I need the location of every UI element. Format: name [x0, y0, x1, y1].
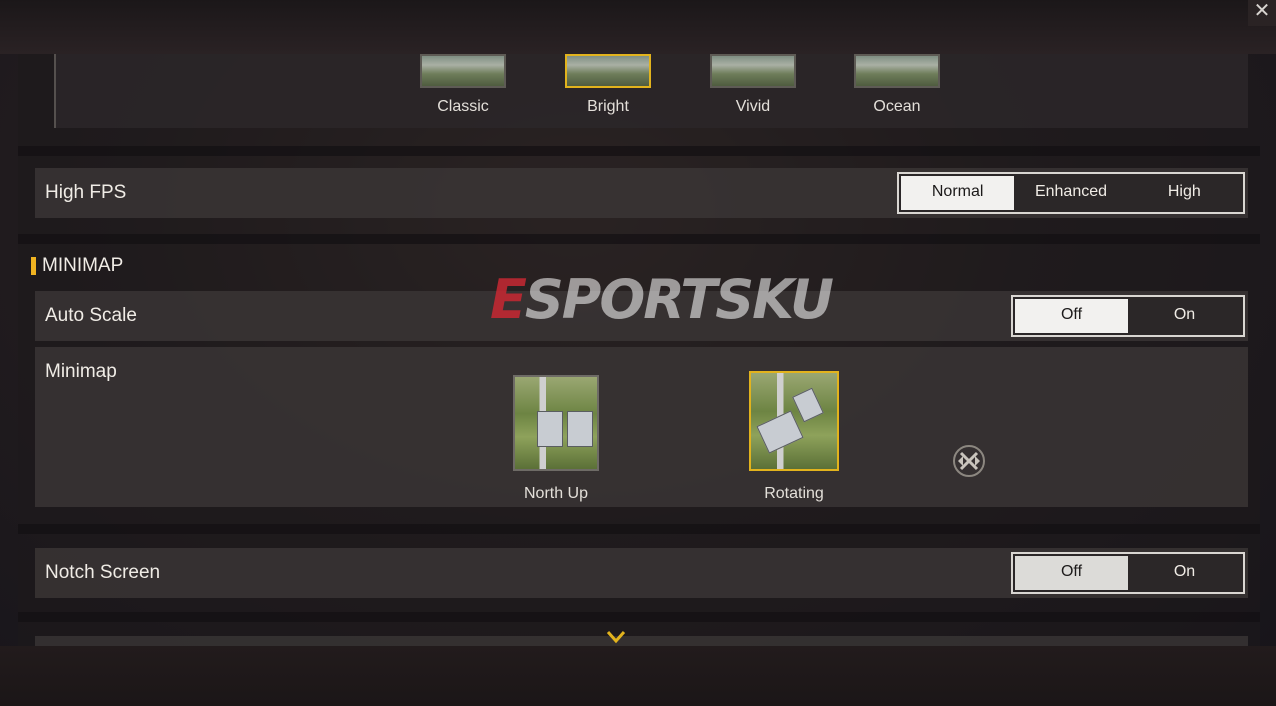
minimap-label: Minimap: [45, 361, 117, 382]
notch-screen-label: Notch Screen: [45, 562, 161, 583]
filter-thumbnail: [710, 54, 796, 88]
high-fps-option-high[interactable]: High: [1128, 176, 1241, 210]
high-fps-row: High FPS Normal Enhanced High: [35, 168, 1248, 218]
map-building: [567, 411, 593, 447]
auto-scale-label: Auto Scale: [45, 305, 137, 326]
map-building: [756, 410, 804, 454]
filter-label: Ocean: [873, 98, 921, 115]
close-icon[interactable]: ✕: [1248, 0, 1276, 26]
next-row-partial: [35, 636, 1248, 646]
divider: [18, 146, 1260, 156]
chevron-down-icon[interactable]: [606, 630, 626, 644]
filter-label: Vivid: [735, 98, 771, 115]
notch-screen-option-on[interactable]: On: [1128, 556, 1241, 590]
divider: [18, 234, 1260, 244]
high-fps-label: High FPS: [45, 182, 127, 203]
divider: [18, 612, 1260, 622]
graphics-filter-selector: Classic Bright Vivid Ocean: [54, 54, 1248, 128]
minimap-option-label: North Up: [523, 485, 589, 502]
minimap-option-rotating[interactable]: Rotating: [747, 371, 841, 503]
bottom-bar: [0, 646, 1276, 706]
top-bar: [0, 0, 1276, 54]
auto-scale-option-on[interactable]: On: [1128, 299, 1241, 333]
filter-thumbnail: [565, 54, 651, 88]
minimap-option-label: Rotating: [764, 485, 824, 502]
notch-screen-option-off[interactable]: Off: [1015, 556, 1128, 590]
high-fps-toggle: Normal Enhanced High: [897, 172, 1245, 214]
section-title-minimap: MINIMAP: [42, 255, 124, 276]
settings-panel: Classic Bright Vivid Ocean High FPS Norm…: [18, 54, 1260, 646]
minimap-option-north-up[interactable]: North Up: [511, 375, 601, 503]
filter-label: Bright: [587, 98, 629, 115]
notch-screen-row: Notch Screen Off On: [35, 548, 1248, 598]
map-building: [792, 387, 824, 423]
minimap-row: Minimap North Up Rotating: [35, 347, 1248, 507]
minimap-rotating-thumbnail: [749, 371, 839, 471]
auto-scale-toggle: Off On: [1011, 295, 1245, 337]
section-marker: [31, 257, 36, 275]
watermark-logo: ESPORTSKU: [490, 268, 834, 331]
notch-screen-toggle: Off On: [1011, 552, 1245, 594]
filter-option-classic[interactable]: Classic: [418, 54, 508, 116]
divider: [18, 524, 1260, 534]
high-fps-option-enhanced[interactable]: Enhanced: [1014, 176, 1127, 210]
minimap-north-up-thumbnail: [513, 375, 599, 471]
filter-label: Classic: [437, 98, 489, 115]
auto-scale-option-off[interactable]: Off: [1015, 299, 1128, 333]
filter-thumbnail: [854, 54, 940, 88]
high-fps-option-normal[interactable]: Normal: [901, 176, 1015, 210]
filter-option-vivid[interactable]: Vivid: [708, 54, 798, 116]
filter-option-bright[interactable]: Bright: [563, 54, 653, 116]
move-arrows-icon[interactable]: [950, 444, 988, 478]
filter-option-ocean[interactable]: Ocean: [852, 54, 942, 116]
filter-thumbnail: [420, 54, 506, 88]
map-building: [537, 411, 563, 447]
